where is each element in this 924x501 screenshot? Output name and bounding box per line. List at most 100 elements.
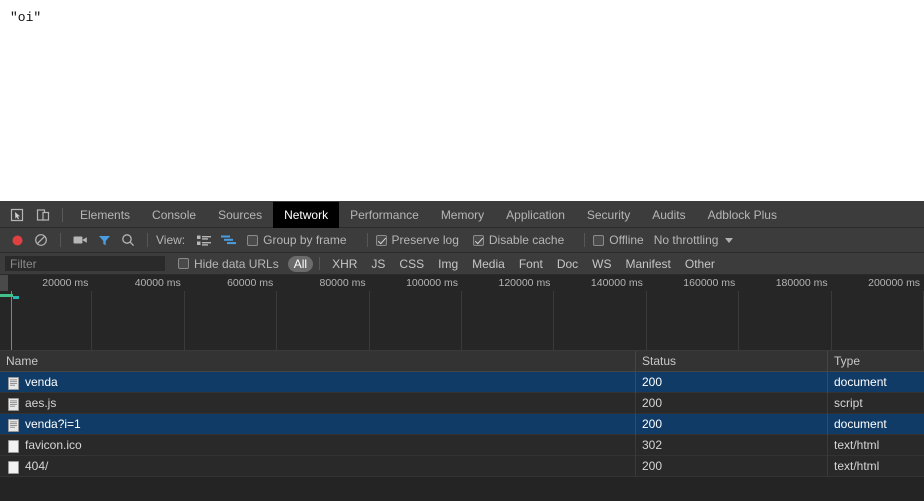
network-overview-timeline[interactable]: 20000 ms 40000 ms 60000 ms 80000 ms 1000… (0, 275, 924, 351)
request-name: venda?i=1 (25, 416, 81, 431)
dom-content-loaded-marker (11, 291, 12, 350)
tab-network[interactable]: Network (273, 201, 340, 228)
record-button-icon[interactable] (6, 229, 28, 251)
toolbar-divider-2 (147, 233, 148, 247)
column-header-name[interactable]: Name (0, 350, 636, 372)
request-duration-bar (13, 296, 19, 299)
request-status: 200 (636, 371, 828, 393)
tab-application[interactable]: Application (495, 202, 576, 228)
group-by-frame-box (247, 234, 259, 246)
timeline-tick: 200000 ms (832, 275, 924, 350)
filter-type-js[interactable]: JS (365, 256, 391, 272)
request-type: document (834, 416, 887, 431)
request-name-cell: favicon.ico (0, 434, 636, 456)
camera-icon[interactable] (69, 229, 91, 251)
document-file-icon (8, 376, 19, 390)
chevron-down-icon (725, 237, 734, 243)
hide-data-urls-box (178, 258, 189, 269)
view-label: View: (156, 233, 186, 247)
disable-cache-checkbox[interactable]: Disable cache (472, 233, 564, 247)
request-type: document (834, 374, 887, 389)
tab-elements[interactable]: Elements (69, 202, 141, 228)
filter-type-xhr[interactable]: XHR (326, 256, 363, 272)
tab-memory[interactable]: Memory (430, 202, 495, 228)
tabstrip-divider (62, 207, 63, 222)
waterfall-view-icon[interactable] (217, 229, 239, 251)
request-status: 302 (636, 434, 828, 456)
offline-label: Offline (609, 233, 644, 247)
filter-type-media[interactable]: Media (466, 256, 511, 272)
throttling-dropdown[interactable]: No throttling (654, 233, 734, 247)
filter-type-css[interactable]: CSS (393, 256, 430, 272)
table-row[interactable]: 404/ 200 text/html (0, 455, 924, 477)
request-name: aes.js (25, 395, 57, 410)
tab-performance[interactable]: Performance (339, 202, 430, 228)
tab-audits[interactable]: Audits (641, 202, 696, 228)
timeline-tick: 40000 ms (92, 275, 186, 350)
tab-security[interactable]: Security (576, 202, 641, 228)
request-name-cell: venda (0, 371, 636, 393)
timeline-tick: 120000 ms (462, 275, 555, 350)
disable-cache-box (472, 234, 484, 246)
inspect-element-icon[interactable] (4, 202, 30, 228)
filter-type-other[interactable]: Other (679, 256, 721, 272)
table-row[interactable]: venda 200 document (0, 371, 924, 393)
preserve-log-label: Preserve log (391, 233, 459, 247)
devtools-tabstrip: Elements Console Sources Network Perform… (0, 201, 924, 228)
column-header-type[interactable]: Type (828, 351, 924, 372)
toolbar-divider-1 (60, 233, 61, 247)
preserve-log-checkbox[interactable]: Preserve log (375, 233, 459, 247)
request-name-cell: aes.js (0, 392, 636, 414)
request-name-cell: 404/ (0, 455, 636, 477)
filter-input[interactable] (4, 255, 166, 272)
request-status: 200 (636, 413, 828, 435)
document-file-icon (8, 397, 19, 411)
toolbar-divider-3 (366, 233, 368, 247)
timeline-tick: 180000 ms (739, 275, 833, 350)
hide-data-urls-checkbox[interactable]: Hide data URLs (178, 257, 279, 271)
filter-type-img[interactable]: Img (432, 256, 464, 272)
device-toolbar-icon[interactable] (30, 202, 56, 228)
timeline-tick: 140000 ms (554, 275, 648, 350)
browser-page-viewport: "oi" (0, 0, 924, 201)
network-toolbar: View: Group by frame Preserve log Disabl… (0, 228, 924, 253)
document-file-icon (8, 418, 19, 432)
blank-file-icon (8, 439, 19, 453)
request-name: venda (25, 374, 58, 389)
request-type: text/html (834, 458, 880, 473)
filter-funnel-icon[interactable] (93, 229, 115, 251)
request-name-cell: venda?i=1 (0, 413, 636, 435)
throttling-value: No throttling (653, 233, 719, 247)
filter-type-ws[interactable]: WS (586, 256, 617, 272)
column-header-status[interactable]: Status (636, 350, 828, 372)
group-by-frame-checkbox[interactable]: Group by frame (247, 233, 347, 247)
page-console-output: "oi" (10, 10, 42, 25)
list-view-icon[interactable] (193, 229, 215, 251)
tab-console[interactable]: Console (141, 202, 207, 228)
filter-type-doc[interactable]: Doc (551, 256, 584, 272)
network-filter-bar: Hide data URLs All XHR JS CSS Img Media … (0, 253, 924, 275)
timeline-tick: 60000 ms (185, 275, 278, 350)
request-type: script (834, 395, 863, 410)
table-row[interactable]: venda?i=1 200 document (0, 413, 924, 435)
request-type: text/html (834, 437, 880, 452)
timeline-tick: 80000 ms (277, 275, 371, 350)
table-row[interactable]: favicon.ico 302 text/html (0, 434, 924, 456)
filter-type-all[interactable]: All (287, 255, 314, 272)
requests-table-body: venda 200 document aes.js 200 script ven… (0, 371, 924, 477)
offline-checkbox[interactable]: Offline (593, 233, 644, 247)
clear-icon[interactable] (30, 229, 52, 251)
blank-file-icon (8, 460, 19, 474)
requests-table-header: Name Status Type (0, 350, 924, 372)
filter-type-font[interactable]: Font (513, 256, 549, 272)
filter-type-manifest[interactable]: Manifest (620, 256, 677, 272)
load-event-bar (0, 294, 13, 297)
table-row[interactable]: aes.js 200 script (0, 392, 924, 414)
devtools-panel: Elements Console Sources Network Perform… (0, 201, 924, 501)
tab-adblock-plus[interactable]: Adblock Plus (697, 202, 788, 228)
timeline-tick: 20000 ms (0, 275, 93, 350)
request-name: 404/ (25, 458, 49, 473)
tab-sources[interactable]: Sources (207, 202, 273, 228)
timeline-tick: 100000 ms (370, 275, 463, 350)
search-icon[interactable] (117, 229, 139, 251)
